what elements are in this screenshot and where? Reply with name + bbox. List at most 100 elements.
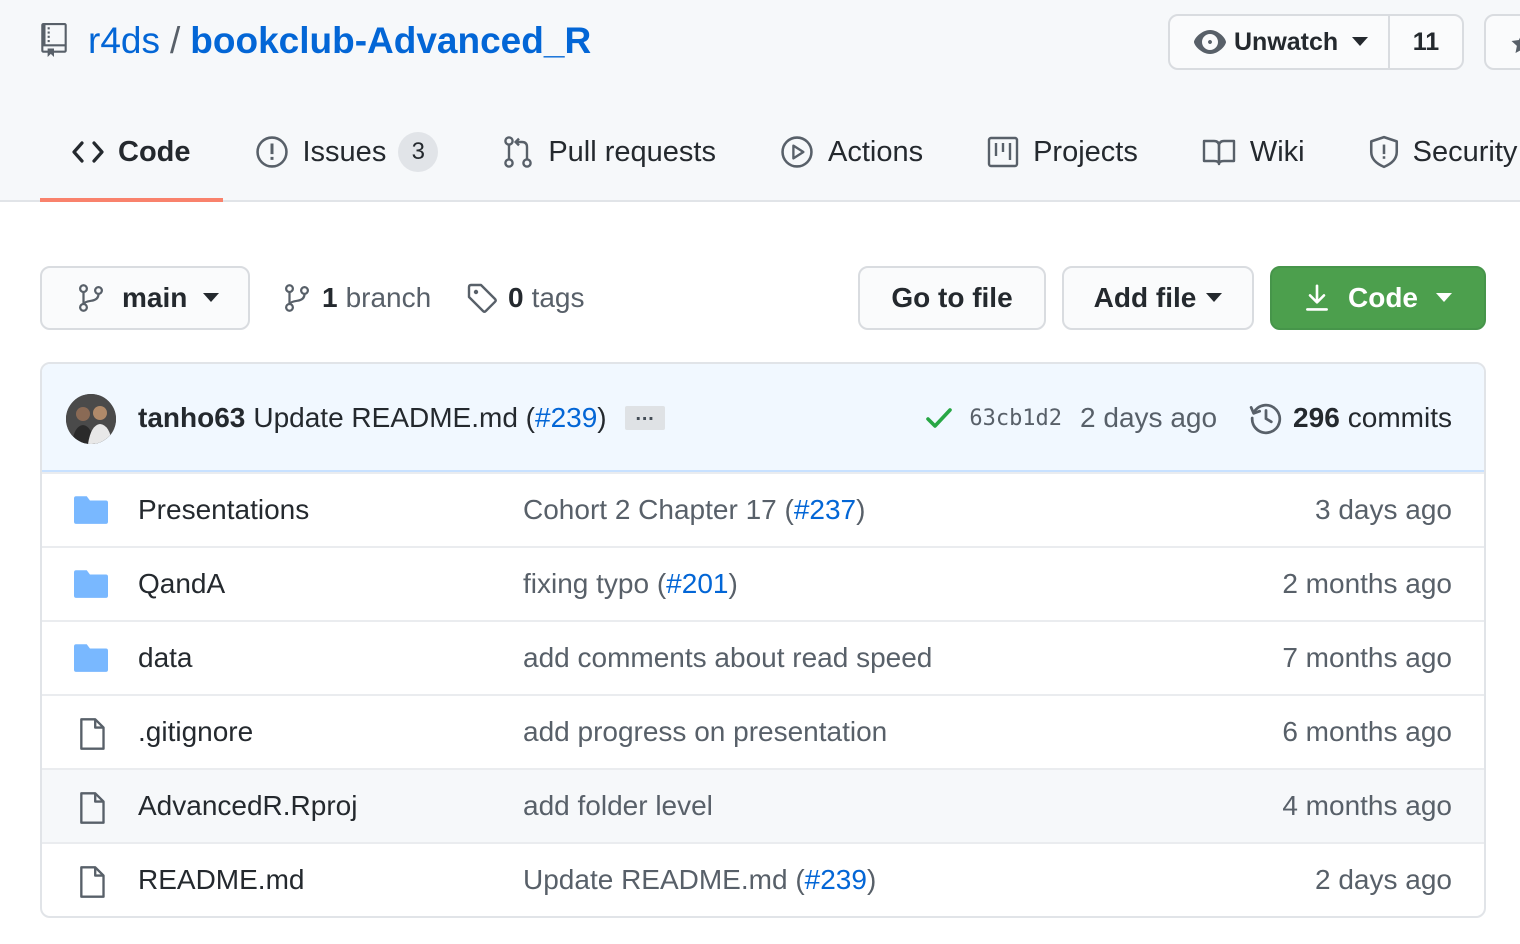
folder-icon xyxy=(74,496,108,524)
file-row[interactable]: README.md Update README.md (#239) 2 days… xyxy=(42,842,1484,916)
star-button[interactable] xyxy=(1484,14,1520,70)
file-commit-text[interactable]: add comments about read speed xyxy=(523,642,932,673)
file-name-link[interactable]: AdvancedR.Rproj xyxy=(138,790,357,822)
file-commit-age: 7 months ago xyxy=(1282,642,1452,673)
file-commit-message: Cohort 2 Chapter 17 (#237) xyxy=(523,494,865,526)
file-table: tanho63 Update README.md (#239) … 63cb1d… xyxy=(40,362,1486,918)
book-icon xyxy=(1202,139,1236,166)
download-icon xyxy=(1306,284,1328,311)
commit-message-end: ) xyxy=(597,402,607,433)
watch-count[interactable]: 11 xyxy=(1390,16,1462,68)
issue-icon xyxy=(255,136,288,168)
commits-link[interactable]: 296 commits xyxy=(1293,402,1452,434)
latest-commit-message: tanho63 Update README.md (#239) … xyxy=(138,364,665,472)
file-commit-message-end: ) xyxy=(866,864,877,895)
branches-link[interactable]: 1 branch xyxy=(282,266,431,330)
eye-icon xyxy=(1194,30,1226,54)
unwatch-button[interactable]: Unwatch xyxy=(1170,16,1390,68)
file-name-link[interactable]: Presentations xyxy=(138,494,309,526)
commit-message-text[interactable]: Update README.md ( xyxy=(253,402,535,434)
project-icon xyxy=(987,136,1019,168)
add-file-button[interactable]: Add file xyxy=(1062,266,1254,330)
repo-separator: / xyxy=(169,20,181,61)
tab-projects-label: Projects xyxy=(1033,135,1138,168)
file-commit-message-end: ) xyxy=(728,568,738,599)
file-name-link[interactable]: data xyxy=(138,642,193,674)
folder-icon xyxy=(74,570,108,598)
file-row[interactable]: AdvancedR.Rproj add folder level 4 month… xyxy=(42,768,1484,842)
tab-security-label: Security xyxy=(1412,135,1518,168)
commit-age: 2 days ago xyxy=(1080,402,1218,433)
commit-sha-link[interactable]: 63cb1d2 xyxy=(969,406,1062,431)
repo-owner-link[interactable]: r4ds xyxy=(88,20,160,62)
repo-header: r4ds / bookclub-Advanced_R Unwatch 11 Co… xyxy=(0,0,1520,202)
go-to-file-label: Go to file xyxy=(891,282,1013,313)
file-commit-message: add folder level xyxy=(523,790,713,822)
play-icon xyxy=(781,136,813,168)
file-icon xyxy=(80,866,105,898)
tab-issues[interactable]: Issues 3 xyxy=(223,104,471,200)
tab-actions[interactable]: Actions xyxy=(748,104,955,200)
file-name-link[interactable]: README.md xyxy=(138,864,304,896)
shield-icon xyxy=(1369,135,1398,169)
file-commit-age: 4 months ago xyxy=(1282,790,1452,821)
file-row[interactable]: .gitignore add progress on presentation … xyxy=(42,694,1484,768)
tab-wiki[interactable]: Wiki xyxy=(1170,104,1337,200)
tab-pull-requests[interactable]: Pull requests xyxy=(470,104,748,200)
file-commit-text[interactable]: Cohort 2 Chapter 17 ( xyxy=(523,494,794,525)
file-commit-text[interactable]: add progress on presentation xyxy=(523,716,887,747)
file-commit-message: fixing typo (#201) xyxy=(523,568,738,600)
file-commit-age: 3 days ago xyxy=(1315,494,1452,525)
latest-commit-bar: tanho63 Update README.md (#239) … 63cb1d… xyxy=(42,364,1484,472)
tag-icon xyxy=(467,283,497,313)
file-name-link[interactable]: .gitignore xyxy=(138,716,253,748)
file-commit-pr-link[interactable]: #239 xyxy=(805,864,867,895)
repo-icon xyxy=(40,23,72,59)
tab-projects[interactable]: Projects xyxy=(955,104,1170,200)
branch-select-button[interactable]: main xyxy=(40,266,250,330)
chevron-down-icon xyxy=(203,293,220,302)
git-branch-icon xyxy=(285,284,309,312)
file-commit-text[interactable]: add folder level xyxy=(523,790,713,821)
file-row[interactable]: Presentations Cohort 2 Chapter 17 (#237)… xyxy=(42,472,1484,546)
avatar[interactable] xyxy=(66,394,116,444)
file-commit-age: 6 months ago xyxy=(1282,716,1452,747)
file-commit-message-end: ) xyxy=(856,494,866,525)
go-to-file-button[interactable]: Go to file xyxy=(858,266,1046,330)
tab-actions-label: Actions xyxy=(827,135,924,168)
history-icon xyxy=(1249,403,1282,435)
tab-code-label: Code xyxy=(118,135,191,168)
file-commit-text[interactable]: Update README.md ( xyxy=(523,864,805,895)
git-branch-icon xyxy=(79,284,103,312)
tag-word: tags xyxy=(531,282,585,313)
add-file-label: Add file xyxy=(1093,282,1197,313)
commit-author-link[interactable]: tanho63 xyxy=(138,402,245,434)
file-commit-pr-link[interactable]: #237 xyxy=(794,494,856,525)
code-icon xyxy=(72,141,104,163)
watch-group: Unwatch 11 xyxy=(1168,14,1464,70)
chevron-down-icon xyxy=(1206,293,1223,302)
commit-word: commits xyxy=(1347,402,1452,433)
tags-link[interactable]: 0 tags xyxy=(466,266,585,330)
chevron-down-icon xyxy=(1352,37,1369,46)
expand-commit-button[interactable]: … xyxy=(624,404,665,430)
code-button-label: Code xyxy=(1348,282,1418,313)
repo-name-link[interactable]: bookclub-Advanced_R xyxy=(190,20,591,62)
file-commit-text[interactable]: fixing typo ( xyxy=(523,568,666,599)
file-icon xyxy=(80,718,105,750)
tab-code[interactable]: Code xyxy=(40,104,223,202)
commit-pr-link[interactable]: #239 xyxy=(535,402,597,434)
file-commit-message: add progress on presentation xyxy=(523,716,887,748)
code-download-button[interactable]: Code xyxy=(1270,266,1486,330)
file-icon xyxy=(80,792,105,824)
check-icon[interactable] xyxy=(925,406,953,430)
tab-wiki-label: Wiki xyxy=(1249,135,1305,168)
file-row[interactable]: QandA fixing typo (#201) 2 months ago xyxy=(42,546,1484,620)
file-name-link[interactable]: QandA xyxy=(138,568,225,600)
issues-counter: 3 xyxy=(398,132,439,172)
file-commit-pr-link[interactable]: #201 xyxy=(666,568,728,599)
file-row[interactable]: data add comments about read speed 7 mon… xyxy=(42,620,1484,694)
tab-security[interactable]: Security xyxy=(1337,104,1520,200)
commit-count: 296 xyxy=(1293,402,1340,433)
file-commit-message: add comments about read speed xyxy=(523,642,932,674)
